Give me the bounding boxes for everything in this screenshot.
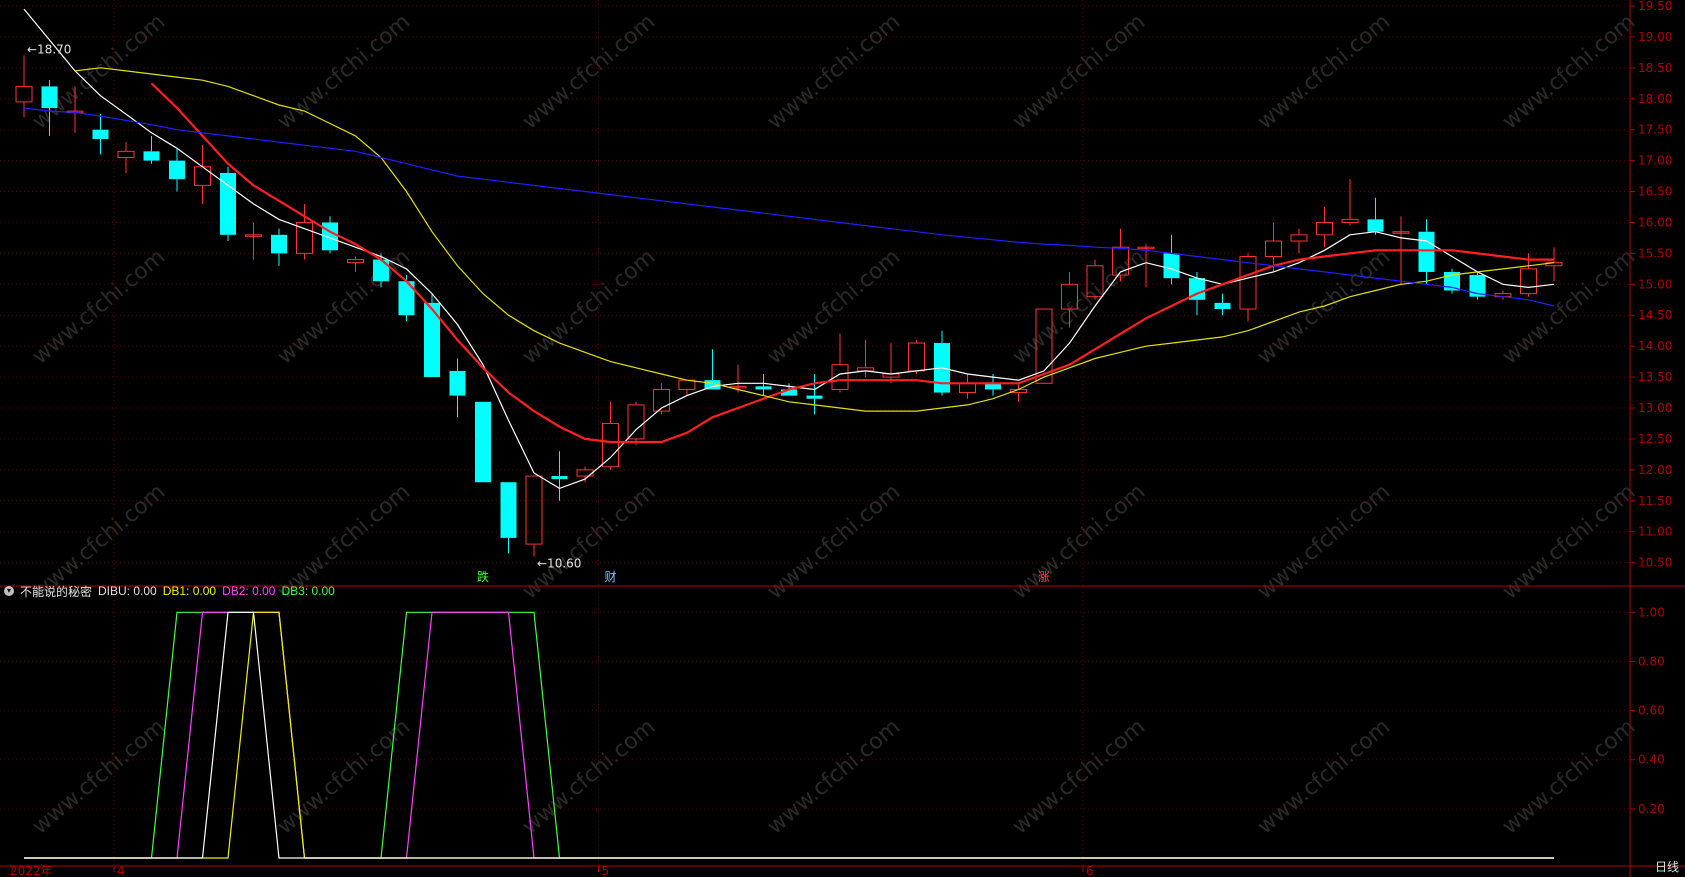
watermark-text: www.cfchi.com	[1008, 9, 1150, 134]
candle-body	[1418, 231, 1435, 272]
y-tick-label: 10.50	[1638, 556, 1672, 570]
candle-body	[806, 395, 823, 399]
candle-body	[500, 482, 517, 538]
candle-body	[755, 386, 772, 390]
event-marker: 涨	[1038, 569, 1050, 584]
candle-body	[424, 302, 440, 378]
candle-body	[678, 379, 696, 390]
indicator-db3-value: DB3: 0.00	[281, 584, 335, 598]
watermark-text: www.cfchi.com	[1008, 714, 1150, 839]
watermark-text: www.cfchi.com	[28, 714, 170, 839]
y-tick-label: 11.00	[1638, 525, 1672, 539]
y-tick-label: 13.00	[1638, 401, 1672, 415]
x-tick-label: 5	[602, 864, 610, 877]
x-tick-label: 2022年	[10, 864, 53, 877]
watermark-text: www.cfchi.com	[1253, 9, 1395, 134]
candle-body	[1316, 221, 1333, 236]
watermark-text: www.cfchi.com	[518, 244, 660, 369]
watermark-text: www.cfchi.com	[518, 9, 660, 134]
y-tick-label: 12.00	[1638, 463, 1672, 477]
event-marker: 跌	[477, 569, 489, 584]
y-tick-label: 19.50	[1638, 0, 1672, 13]
event-marker: 财	[605, 570, 617, 584]
watermark-text: www.cfchi.com	[273, 9, 415, 134]
price-annotation: ←18.70	[27, 42, 71, 56]
indicator-db1-value: DB1: 0.00	[162, 584, 217, 598]
y-tick-label: 17.00	[1638, 154, 1672, 168]
moving-average-line	[23, 107, 1555, 307]
candle-body	[1239, 255, 1257, 310]
y-tick-label: 13.50	[1638, 370, 1672, 384]
indicator-legend[interactable]: ▾ 不能说的秘密 DIBU: 0.00 DB1: 0.00 DB2: 0.00 …	[4, 582, 335, 600]
candle-body	[41, 86, 58, 109]
candle-body	[1520, 268, 1537, 295]
y-tick-label: 18.50	[1638, 61, 1672, 75]
y-tick-label: 0.20	[1638, 802, 1665, 816]
candle-body	[1341, 218, 1359, 223]
y-tick-label: 0.80	[1638, 654, 1665, 668]
chart-canvas[interactable]: www.cfchi.com www.cfchi.com www.cfchi.com w…	[0, 0, 1685, 877]
candle-body	[92, 129, 109, 139]
candle-body	[1214, 302, 1231, 310]
candle-body	[373, 259, 389, 282]
y-tick-label: 1.00	[1638, 605, 1665, 619]
candle-body	[169, 160, 185, 180]
candle-body	[1290, 234, 1308, 242]
price-annotation: ←10.60	[537, 556, 581, 570]
y-tick-label: 16.50	[1638, 185, 1672, 199]
candle-body	[1265, 240, 1282, 257]
watermark-text: www.cfchi.com	[1253, 714, 1395, 839]
candle-body	[525, 475, 543, 545]
candle-body	[908, 342, 925, 372]
period-label[interactable]: 日线	[1655, 858, 1679, 875]
candle-body	[1163, 253, 1180, 279]
watermark-text: www.cfchi.com	[518, 714, 660, 839]
indicator-dibu-value: DIBU: 0.00	[98, 584, 157, 598]
candle-body	[551, 476, 568, 480]
indicator-name: 不能说的秘密	[20, 584, 93, 599]
y-tick-label: 18.00	[1638, 92, 1672, 106]
candle-body	[271, 234, 287, 254]
y-tick-label: 15.00	[1638, 277, 1672, 291]
candle-body	[475, 401, 491, 483]
candle-body	[959, 382, 976, 394]
y-tick-label: 0.40	[1638, 753, 1665, 767]
watermark-text: www.cfchi.com	[1498, 714, 1640, 839]
x-tick-label: 4	[117, 864, 125, 877]
y-tick-label: 0.60	[1638, 704, 1665, 718]
watermark-text: www.cfchi.com	[1498, 244, 1640, 369]
watermark-text: www.cfchi.com	[763, 714, 905, 839]
indicator-collapse-icon[interactable]: ▾	[4, 586, 14, 596]
watermark-text: www.cfchi.com	[1498, 9, 1640, 134]
x-tick-label: 6	[1086, 864, 1094, 877]
candle-body	[194, 166, 211, 186]
watermark-text: www.cfchi.com	[763, 9, 905, 134]
y-tick-label: 15.50	[1638, 246, 1672, 260]
watermark-text: www.cfchi.com	[763, 244, 905, 369]
y-tick-label: 17.50	[1638, 123, 1672, 137]
candle-body	[143, 151, 160, 161]
candle-body	[1367, 219, 1384, 232]
y-tick-label: 14.50	[1638, 308, 1672, 322]
watermark-text: www.cfchi.com	[1253, 244, 1395, 369]
watermark-text: www.cfchi.com	[28, 244, 170, 369]
indicator-db2-value: DB2: 0.00	[222, 584, 276, 598]
candle-body	[15, 85, 33, 103]
y-tick-label: 19.00	[1638, 30, 1672, 44]
y-tick-label: 12.50	[1638, 432, 1672, 446]
candle-body	[627, 404, 645, 440]
candle-body	[220, 172, 236, 235]
y-tick-label: 16.00	[1638, 215, 1672, 229]
candle-body	[347, 259, 364, 264]
candle-body	[449, 370, 466, 396]
candle-body	[117, 150, 135, 159]
y-tick-label: 14.00	[1638, 339, 1672, 353]
y-tick-label: 11.50	[1638, 494, 1672, 508]
candle-body	[602, 422, 619, 468]
